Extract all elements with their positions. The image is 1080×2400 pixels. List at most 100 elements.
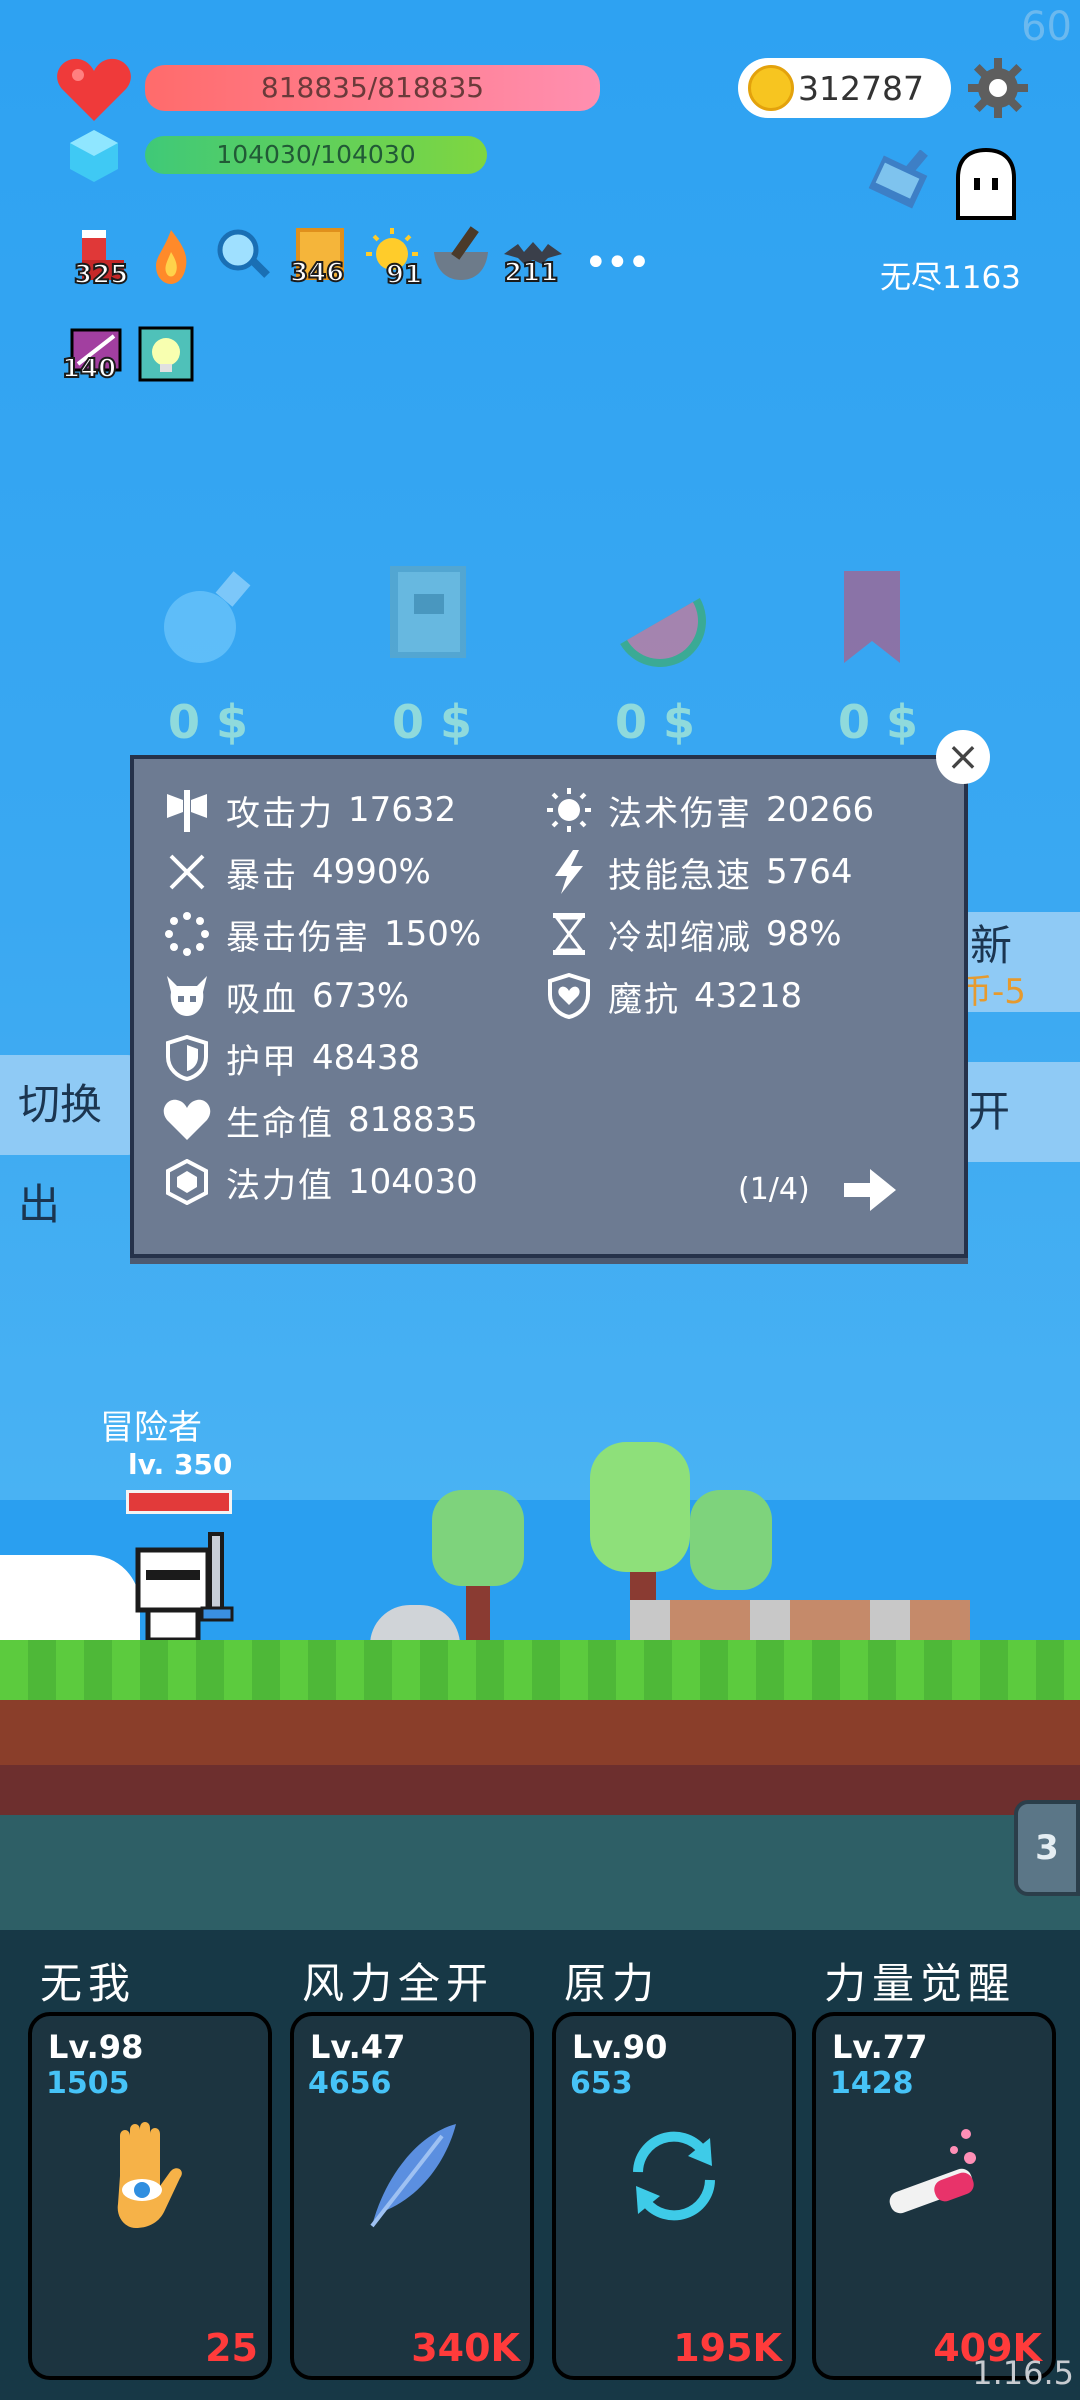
scroll-icon[interactable]: 140	[61, 326, 130, 388]
flame-icon[interactable]	[140, 226, 202, 288]
stat-value: 98%	[766, 914, 842, 954]
shop-price: 0 $	[615, 695, 696, 749]
skill-title: 风力全开	[302, 1959, 495, 2008]
lamp-icon[interactable]	[138, 326, 200, 388]
stat-name: 冷却缩减	[608, 917, 752, 958]
cloud	[0, 1555, 140, 1650]
fence	[630, 1600, 970, 1644]
stat-value: 48438	[312, 1038, 421, 1078]
stats-left-column: 攻击力 17632 暴击 4990% 暴击伤害 150% 吸血 673% 护甲 …	[162, 779, 562, 1213]
mortar-icon[interactable]	[430, 224, 492, 286]
stat-row: 暴击伤害 150%	[162, 903, 562, 965]
sun-stat-icon	[544, 785, 594, 835]
skill-value: 1428	[830, 2066, 914, 2101]
skull-icon	[162, 971, 212, 1021]
settings-gear-icon[interactable]	[966, 56, 1030, 120]
mana-crystal-icon	[66, 128, 122, 184]
crystal-stat-icon	[162, 1157, 212, 1207]
bat-icon[interactable]: 211	[502, 224, 564, 289]
feather-icon	[352, 2116, 472, 2236]
ghost-icon[interactable]	[950, 147, 1022, 222]
book-icon[interactable]: 346	[289, 224, 352, 289]
stat-name: 攻击力	[226, 793, 334, 834]
stat-value: 150%	[384, 914, 482, 954]
switch-button[interactable]: 切换出	[0, 1055, 140, 1229]
skill-level: Lv.90	[572, 2028, 668, 2066]
stat-row: 法力值 104030	[162, 1151, 562, 1213]
cycle-icon	[614, 2116, 734, 2236]
skill-cost: 195K	[673, 2326, 782, 2370]
gold-amount: 312787	[798, 68, 924, 108]
heart-icon	[56, 55, 132, 123]
stat-row: 暴击 4990%	[162, 841, 562, 903]
gold-counter[interactable]: 312787	[738, 58, 951, 118]
tome-icon[interactable]	[378, 560, 482, 664]
stat-row: 法术伤害 20266	[544, 779, 944, 841]
stat-name: 技能急速	[608, 855, 752, 896]
shop-price: 0 $	[392, 695, 473, 749]
stat-value: 4990%	[312, 852, 431, 892]
close-icon[interactable]: ×	[936, 730, 990, 784]
watermelon-icon[interactable]	[608, 565, 712, 669]
more-icon[interactable]: •••	[584, 240, 651, 286]
shop-price: 0 $	[838, 695, 919, 749]
skill-level: Lv.98	[48, 2028, 144, 2066]
skill-card[interactable]: Lv.98 1505 25	[28, 2012, 272, 2380]
stat-name: 暴击	[226, 855, 298, 896]
bookmark-icon[interactable]	[820, 565, 924, 669]
skill-card[interactable]: Lv.90 653 195K	[552, 2012, 796, 2380]
axe-icon	[162, 785, 212, 835]
dirt-dark	[0, 1765, 1080, 1815]
skill-level: Lv.77	[832, 2028, 928, 2066]
watering-can-icon[interactable]	[860, 149, 944, 220]
skill-card[interactable]: Lv.77 1428 409K	[812, 2012, 1056, 2380]
skill-title: 无我	[40, 1959, 137, 2008]
buff-count: 140	[61, 353, 117, 385]
stat-name: 生命值	[226, 1103, 334, 1144]
skill-value: 653	[570, 2066, 633, 2101]
sun-icon[interactable]: 91	[364, 226, 426, 291]
stat-name: 魔抗	[608, 979, 680, 1020]
stat-name: 法力值	[226, 1165, 334, 1206]
skill-level: Lv.47	[310, 2028, 406, 2066]
character-hp-bar	[126, 1490, 232, 1514]
magnifier-icon[interactable]	[212, 224, 274, 286]
page-indicator: (1/4)	[738, 1172, 810, 1207]
wave-number: 3	[1035, 1828, 1059, 1868]
buff-count: 91	[385, 259, 423, 291]
heart-stat-icon	[162, 1095, 212, 1145]
crit-icon	[162, 847, 212, 897]
version-label: 1.16.5	[972, 2354, 1074, 2392]
shield-heart-icon	[544, 971, 594, 1021]
stats-right-column: 法术伤害 20266 技能急速 5764 冷却缩减 98% 魔抗 43218	[544, 779, 944, 1027]
stat-name: 法术伤害	[608, 793, 752, 834]
stat-row: 吸血 673%	[162, 965, 562, 1027]
stat-row: 魔抗 43218	[544, 965, 944, 1027]
coin-icon	[748, 65, 794, 111]
skill-value: 4656	[308, 2066, 392, 2101]
shop-price: 0 $	[168, 695, 249, 749]
potion-icon[interactable]	[152, 565, 256, 669]
stat-row: 攻击力 17632	[162, 779, 562, 841]
endless-level-label: 无尽1163	[880, 260, 1021, 296]
knight-sprite[interactable]	[128, 1530, 238, 1650]
wave-badge[interactable]: 3	[1014, 1800, 1080, 1896]
stat-value: 673%	[312, 976, 410, 1016]
fps-counter: 60	[1021, 4, 1072, 50]
character-name: 冒险者	[100, 1408, 202, 1448]
buff-count: 346	[289, 257, 345, 289]
water	[0, 1815, 1080, 1935]
grass	[0, 1640, 1080, 1700]
stat-name: 护甲	[226, 1041, 298, 1082]
skill-card[interactable]: Lv.47 4656 340K	[290, 2012, 534, 2380]
buff-count: 325	[73, 259, 129, 291]
character-level: lv. 350	[128, 1448, 233, 1481]
skill-title: 力量觉醒	[824, 1959, 1017, 2008]
boot-icon[interactable]: 325	[72, 226, 134, 291]
hp-bar: 818835/818835	[145, 65, 600, 111]
next-page-arrow-icon[interactable]	[840, 1165, 900, 1215]
mp-bar: 104030/104030	[145, 136, 487, 174]
stat-row: 技能急速 5764	[544, 841, 944, 903]
stat-name: 吸血	[226, 979, 298, 1020]
stat-row: 冷却缩减 98%	[544, 903, 944, 965]
